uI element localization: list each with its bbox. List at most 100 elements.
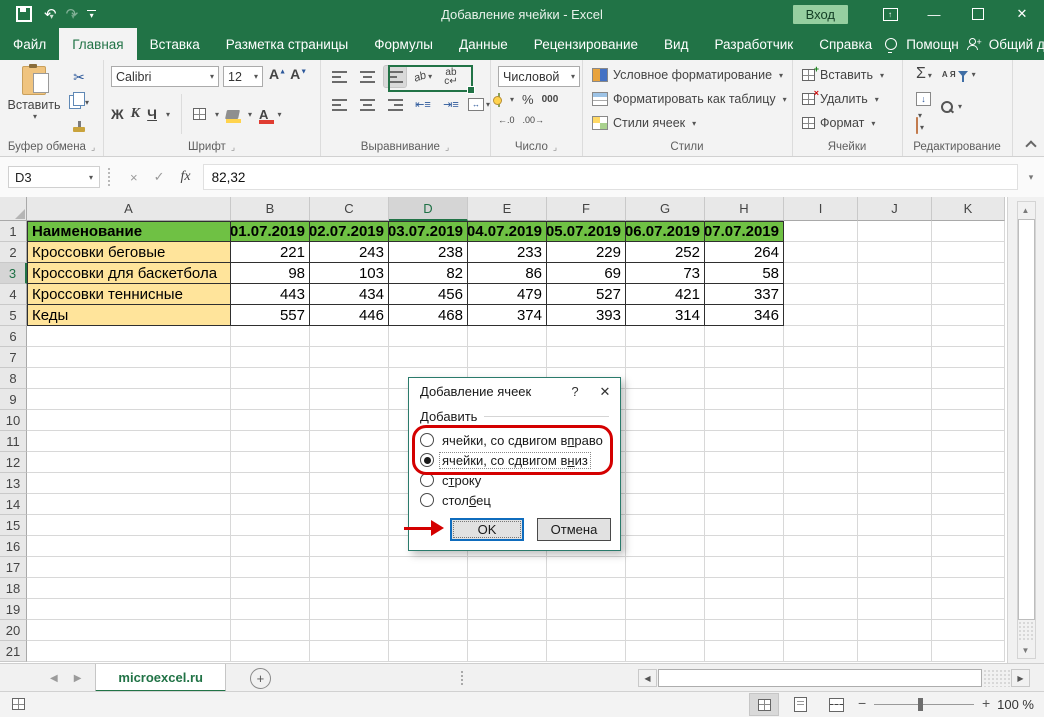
cell-J16[interactable] — [858, 536, 932, 557]
increase-decimal-button[interactable]: ←.0 — [498, 115, 515, 125]
autosum-button[interactable]: Σ▾ — [916, 66, 932, 82]
cell-K1[interactable] — [932, 221, 1005, 242]
ribbon-tab-файл[interactable]: Файл — [0, 28, 59, 60]
font-color-button[interactable]: А — [259, 109, 268, 120]
row-header-17[interactable]: 17 — [0, 557, 27, 578]
cell-A11[interactable] — [27, 431, 231, 452]
zoom-slider[interactable] — [874, 704, 974, 705]
zoom-out-button[interactable]: − — [858, 695, 866, 711]
cell-J1[interactable] — [858, 221, 932, 242]
collapse-ribbon-button[interactable] — [1026, 140, 1034, 148]
cell-C3[interactable]: 103 — [310, 263, 389, 284]
ribbon-tab-справка[interactable]: Справка — [806, 28, 885, 60]
cell-J12[interactable] — [858, 452, 932, 473]
cell-G5[interactable]: 314 — [626, 305, 705, 326]
column-header-K[interactable]: K — [932, 197, 1005, 221]
cell-E1[interactable]: 04.07.2019 — [468, 221, 547, 242]
cut-button[interactable]: ✂ — [62, 66, 96, 88]
macro-record-icon[interactable] — [12, 698, 25, 710]
cell-K11[interactable] — [932, 431, 1005, 452]
scroll-up-icon[interactable]: ▲ — [1018, 202, 1033, 218]
vertical-scroll-thumb[interactable] — [1018, 219, 1035, 620]
cell-K6[interactable] — [932, 326, 1005, 347]
borders-button[interactable] — [193, 108, 206, 120]
cell-I7[interactable] — [784, 347, 858, 368]
cell-F20[interactable] — [547, 620, 626, 641]
orientation-button[interactable]: ab▾ — [412, 66, 434, 87]
name-box[interactable]: D3▾ — [8, 166, 100, 188]
cell-H12[interactable] — [705, 452, 784, 473]
cell-K7[interactable] — [932, 347, 1005, 368]
cell-G14[interactable] — [626, 494, 705, 515]
cell-F7[interactable] — [547, 347, 626, 368]
cell-E21[interactable] — [468, 641, 547, 662]
dialog-launcher-icon[interactable]: ⌟ — [231, 142, 235, 153]
cell-I9[interactable] — [784, 389, 858, 410]
cell-G11[interactable] — [626, 431, 705, 452]
cell-B9[interactable] — [231, 389, 310, 410]
cell-A17[interactable] — [27, 557, 231, 578]
sheet-tab[interactable]: microexcel.ru — [95, 664, 226, 692]
horizontal-scroll-track[interactable] — [983, 669, 1011, 687]
row-header-5[interactable]: 5 — [0, 305, 27, 326]
close-button[interactable]: ✕ — [1000, 0, 1044, 28]
row-header-8[interactable]: 8 — [0, 368, 27, 389]
cell-F21[interactable] — [547, 641, 626, 662]
cell-G18[interactable] — [626, 578, 705, 599]
cell-I19[interactable] — [784, 599, 858, 620]
radio-icon[interactable] — [420, 453, 434, 467]
cell-A18[interactable] — [27, 578, 231, 599]
cell-K19[interactable] — [932, 599, 1005, 620]
row-header-10[interactable]: 10 — [0, 410, 27, 431]
cell-G4[interactable]: 421 — [626, 284, 705, 305]
cell-C21[interactable] — [310, 641, 389, 662]
cell-J4[interactable] — [858, 284, 932, 305]
cell-K20[interactable] — [932, 620, 1005, 641]
cell-H4[interactable]: 337 — [705, 284, 784, 305]
cell-D6[interactable] — [389, 326, 468, 347]
comma-style-button[interactable]: 000 — [542, 94, 559, 105]
cell-B7[interactable] — [231, 347, 310, 368]
increase-indent-button[interactable]: ⇥≡ — [440, 94, 462, 115]
row-header-9[interactable]: 9 — [0, 389, 27, 410]
cell-F5[interactable]: 393 — [547, 305, 626, 326]
dialog-close-button[interactable]: ✕ — [590, 378, 620, 405]
cell-J5[interactable] — [858, 305, 932, 326]
cell-C11[interactable] — [310, 431, 389, 452]
cell-A2[interactable]: Кроссовки беговые — [27, 242, 231, 263]
cell-B4[interactable]: 443 — [231, 284, 310, 305]
row-header-19[interactable]: 19 — [0, 599, 27, 620]
row-header-11[interactable]: 11 — [0, 431, 27, 452]
cell-C7[interactable] — [310, 347, 389, 368]
cell-E17[interactable] — [468, 557, 547, 578]
cell-K12[interactable] — [932, 452, 1005, 473]
cell-J15[interactable] — [858, 515, 932, 536]
cell-B11[interactable] — [231, 431, 310, 452]
column-header-I[interactable]: I — [784, 197, 858, 221]
cell-D7[interactable] — [389, 347, 468, 368]
cell-J18[interactable] — [858, 578, 932, 599]
cell-C12[interactable] — [310, 452, 389, 473]
cell-A19[interactable] — [27, 599, 231, 620]
cell-C1[interactable]: 02.07.2019 — [310, 221, 389, 242]
cell-K17[interactable] — [932, 557, 1005, 578]
cell-A15[interactable] — [27, 515, 231, 536]
row-header-13[interactable]: 13 — [0, 473, 27, 494]
radio-icon[interactable] — [420, 493, 434, 507]
cell-E5[interactable]: 374 — [468, 305, 547, 326]
row-header-4[interactable]: 4 — [0, 284, 27, 305]
cell-G7[interactable] — [626, 347, 705, 368]
cell-A6[interactable] — [27, 326, 231, 347]
cell-C4[interactable]: 434 — [310, 284, 389, 305]
cell-I6[interactable] — [784, 326, 858, 347]
cell-I11[interactable] — [784, 431, 858, 452]
cell-I2[interactable] — [784, 242, 858, 263]
cell-C16[interactable] — [310, 536, 389, 557]
cell-C17[interactable] — [310, 557, 389, 578]
format-as-table-button[interactable]: Форматировать как таблицу▾ — [592, 92, 787, 106]
cell-A4[interactable]: Кроссовки теннисные — [27, 284, 231, 305]
ribbon-tab-рецензирование[interactable]: Рецензирование — [521, 28, 651, 60]
cell-I12[interactable] — [784, 452, 858, 473]
normal-view-button[interactable] — [750, 694, 778, 715]
share-tab[interactable]: Общий доступ — [989, 37, 1044, 52]
